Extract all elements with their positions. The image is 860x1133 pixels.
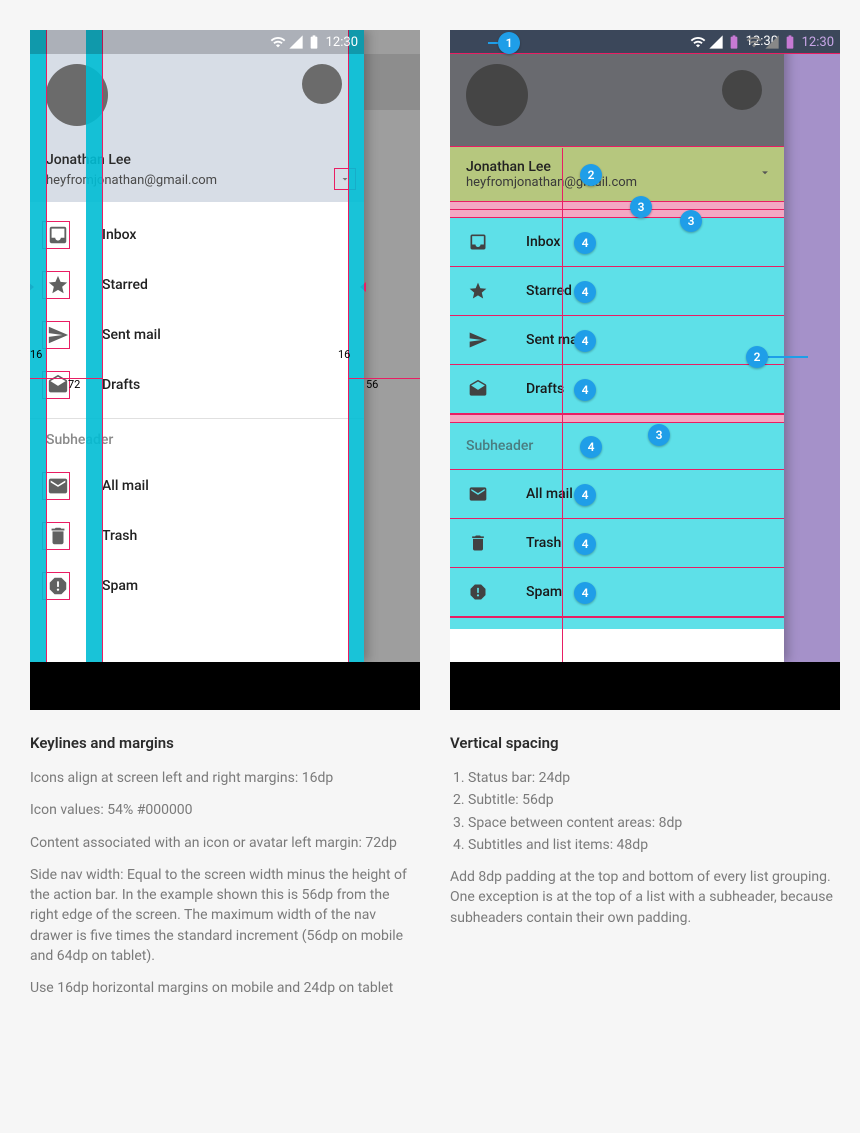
nav-spam[interactable]: Spam 4 bbox=[450, 567, 784, 617]
drawer-header: 12:30 Jonathan Lee heyfromjonathan@gmail… bbox=[450, 30, 784, 202]
avatar-secondary[interactable] bbox=[302, 64, 342, 104]
nav-inbox[interactable]: Inbox bbox=[30, 210, 364, 260]
keyline-16 bbox=[30, 30, 46, 662]
user-email: heyfromjonathan@gmail.com bbox=[46, 173, 217, 188]
list-bottom bbox=[450, 617, 784, 629]
nav-trash[interactable]: Trash bbox=[30, 511, 364, 561]
subheader: Subheader bbox=[30, 419, 364, 461]
spam-icon bbox=[466, 580, 490, 604]
star-icon bbox=[46, 273, 70, 297]
status-time: 12:30 bbox=[326, 35, 358, 50]
callout-4: 4 bbox=[580, 436, 602, 458]
dim-bar bbox=[348, 378, 420, 379]
spacer-8dp bbox=[450, 414, 784, 422]
callout-4: 4 bbox=[574, 582, 596, 604]
wifi-icon bbox=[690, 34, 706, 50]
signal-icon bbox=[708, 34, 724, 50]
callout-4: 4 bbox=[574, 330, 596, 352]
nav-bar-placeholder bbox=[30, 662, 420, 710]
chevron-down-icon bbox=[758, 165, 772, 184]
dim-bar bbox=[30, 378, 102, 379]
spam-icon bbox=[46, 574, 70, 598]
send-icon bbox=[46, 323, 70, 347]
callout-3: 3 bbox=[648, 424, 670, 446]
guide-line bbox=[102, 30, 103, 662]
caption-left: Keylines and margins Icons align at scre… bbox=[30, 734, 420, 999]
callout-2: 2 bbox=[746, 346, 768, 368]
nav-drawer: 12:30 Jonathan Lee heyfromjonathan@gmail… bbox=[30, 30, 364, 662]
signal-icon bbox=[764, 34, 780, 50]
nav-sent[interactable]: Sent mail bbox=[30, 310, 364, 360]
battery-icon bbox=[726, 34, 742, 50]
nav-inbox[interactable]: Inbox 4 bbox=[450, 217, 784, 267]
spacer-8dp bbox=[450, 202, 784, 210]
callout-2: 2 bbox=[580, 164, 602, 186]
wifi-icon bbox=[270, 34, 286, 50]
trash-icon bbox=[466, 531, 490, 555]
callout-4: 4 bbox=[574, 533, 596, 555]
nav-bar-placeholder bbox=[450, 662, 840, 710]
nav-trash[interactable]: Trash 4 bbox=[450, 518, 784, 568]
callout-4: 4 bbox=[574, 379, 596, 401]
device-vertical-spacing: 12:30 Jonathan Lee heyfromjonathan@gmail… bbox=[450, 30, 840, 710]
nav-starred[interactable]: Starred bbox=[30, 260, 364, 310]
nav-allmail[interactable]: All mail bbox=[30, 461, 364, 511]
nav-starred[interactable]: Starred 4 bbox=[450, 266, 784, 316]
trash-icon bbox=[46, 524, 70, 548]
star-icon bbox=[466, 279, 490, 303]
send-icon bbox=[466, 328, 490, 352]
inbox-icon bbox=[46, 223, 70, 247]
callout-4: 4 bbox=[574, 232, 596, 254]
caption-title: Vertical spacing bbox=[450, 734, 840, 752]
status-time: 12:30 bbox=[802, 35, 834, 50]
callout-1: 1 bbox=[498, 32, 520, 54]
callout-3: 3 bbox=[680, 210, 702, 232]
status-bar-right: 12:30 bbox=[784, 30, 840, 54]
wifi-icon bbox=[746, 34, 762, 50]
keyline-72 bbox=[86, 30, 102, 662]
battery-icon bbox=[306, 34, 322, 50]
dim-16: 16 bbox=[30, 348, 42, 361]
nav-drafts[interactable]: Drafts 4 bbox=[450, 364, 784, 414]
dim-56: 56 bbox=[366, 378, 378, 391]
guide-line bbox=[348, 30, 349, 662]
nav-spam[interactable]: Spam bbox=[30, 561, 364, 611]
callout-3: 3 bbox=[630, 196, 652, 218]
mail-icon bbox=[466, 482, 490, 506]
caption-title: Keylines and margins bbox=[30, 734, 420, 752]
guide-line bbox=[562, 148, 563, 662]
dim-72: 72 bbox=[68, 378, 80, 391]
subheader: Subheader 4 bbox=[450, 422, 784, 470]
guide-line bbox=[46, 30, 47, 662]
battery-icon bbox=[782, 34, 798, 50]
caption-right: Vertical spacing Status bar: 24dp Subtit… bbox=[450, 734, 840, 928]
callout-4: 4 bbox=[574, 484, 596, 506]
nav-allmail[interactable]: All mail 4 bbox=[450, 469, 784, 519]
device-keylines: 12:30 Jonathan Lee heyfromjonathan@gmail… bbox=[30, 30, 420, 710]
inbox-icon bbox=[466, 230, 490, 254]
status-bar: 12:30 bbox=[30, 30, 364, 54]
avatar[interactable] bbox=[466, 64, 528, 126]
drawer-subtitle[interactable]: Jonathan Lee heyfromjonathan@gmail.com bbox=[450, 146, 784, 202]
drawer-header: Jonathan Lee heyfromjonathan@gmail.com bbox=[30, 30, 364, 202]
keyline-drawer-edge bbox=[348, 30, 364, 662]
callout-4: 4 bbox=[574, 281, 596, 303]
nav-sent[interactable]: Sent mail 4 bbox=[450, 315, 784, 365]
signal-icon bbox=[288, 34, 304, 50]
drafts-icon bbox=[46, 373, 70, 397]
drafts-icon bbox=[466, 377, 490, 401]
dim-16r: 16 bbox=[338, 348, 350, 361]
avatar-secondary[interactable] bbox=[722, 70, 762, 110]
mail-icon bbox=[46, 474, 70, 498]
nav-drawer: 12:30 Jonathan Lee heyfromjonathan@gmail… bbox=[450, 30, 784, 662]
